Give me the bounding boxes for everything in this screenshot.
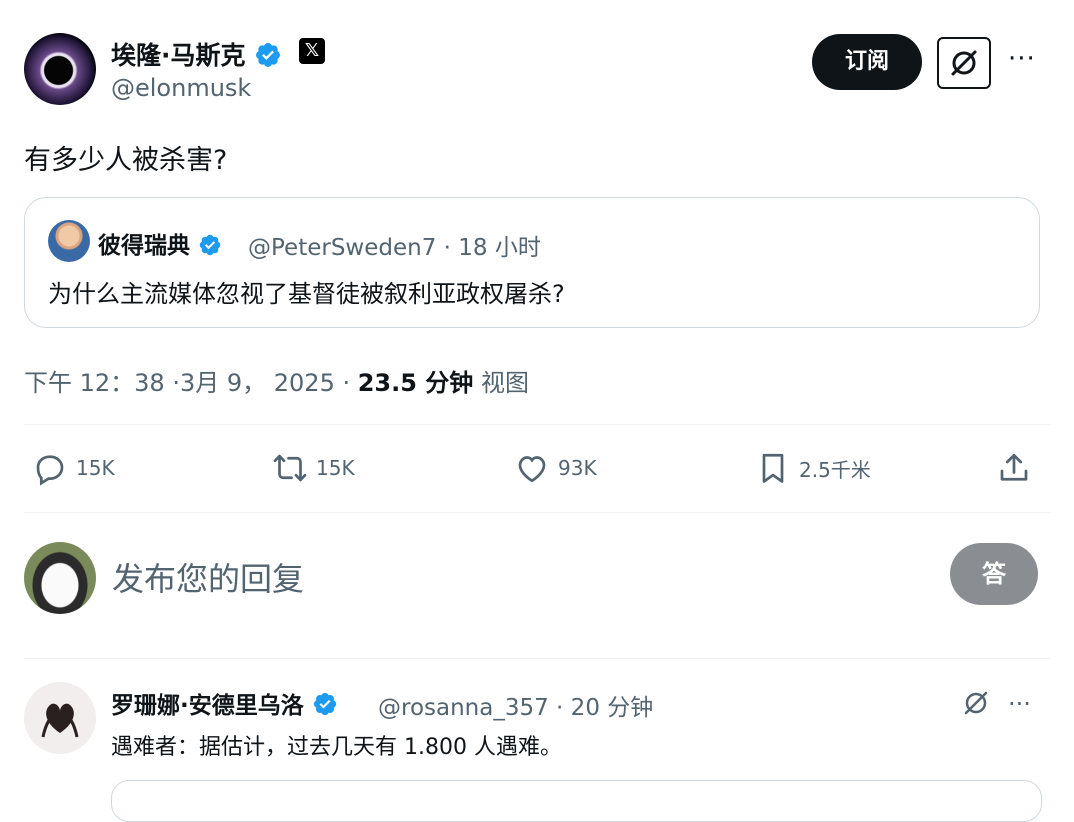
retweet-count: 15K bbox=[316, 456, 355, 480]
divider bbox=[24, 512, 1050, 513]
divider bbox=[24, 658, 1050, 659]
timestamp-datetime[interactable]: 下午 12：38 ·3月 9， 2025 · bbox=[24, 369, 358, 397]
verified-badge-icon bbox=[313, 692, 336, 716]
quote-author-name[interactable]: 彼得瑞典 bbox=[98, 226, 222, 260]
verified-badge-icon bbox=[199, 234, 221, 256]
current-user-avatar[interactable] bbox=[24, 542, 96, 614]
subscribe-button[interactable]: 订阅 bbox=[812, 34, 922, 90]
retweet-icon bbox=[273, 454, 307, 482]
reply-icon bbox=[36, 455, 64, 486]
views-label: 视图 bbox=[480, 369, 529, 397]
comment-media-card[interactable] bbox=[111, 780, 1042, 822]
heart-icon bbox=[518, 456, 546, 483]
tweet-timestamp: 下午 12：38 ·3月 9， 2025 · 23.5 分钟 视图 bbox=[24, 363, 529, 398]
author-avatar[interactable] bbox=[24, 33, 96, 105]
quote-author-avatar[interactable] bbox=[48, 220, 90, 262]
comment-author-meta: @rosanna_357 · 20 分钟 bbox=[378, 695, 654, 721]
x-logo-icon: 𝕏 bbox=[299, 38, 325, 64]
bookmark-icon bbox=[762, 453, 784, 483]
views-count: 23.5 分钟 bbox=[357, 369, 474, 397]
reply-count: 15K bbox=[76, 456, 115, 480]
grok-icon[interactable] bbox=[960, 687, 992, 719]
like-count: 93K bbox=[558, 456, 597, 480]
comment-author-avatar[interactable] bbox=[24, 682, 96, 754]
author-name[interactable]: 埃隆·马斯克 bbox=[111, 36, 282, 72]
divider bbox=[24, 424, 1050, 425]
verified-badge-icon bbox=[256, 43, 281, 67]
hands-heart-icon bbox=[41, 703, 79, 738]
retweet-action[interactable]: 15K bbox=[272, 448, 355, 488]
author-handle[interactable]: @elonmusk bbox=[111, 74, 251, 102]
quote-author-meta: @PeterSweden7 · 18 小时 bbox=[248, 235, 541, 261]
tweet-text: 有多少人被杀害? bbox=[24, 145, 228, 176]
reply-button[interactable]: 答 bbox=[950, 543, 1038, 605]
grok-icon bbox=[951, 50, 977, 76]
bookmark-action[interactable]: 2.5千米 bbox=[755, 448, 871, 488]
reply-action[interactable]: 15K bbox=[32, 448, 115, 488]
comment-author-name[interactable]: 罗珊娜·安德里乌洛 bbox=[111, 686, 338, 720]
share-icon bbox=[1000, 453, 1028, 481]
quote-text: 为什么主流媒体忽视了基督徒被叙利亚政权屠杀? bbox=[48, 280, 565, 308]
share-action[interactable] bbox=[996, 448, 1040, 488]
author-name-text: 埃隆·马斯克 bbox=[111, 41, 246, 70]
bookmark-count: 2.5千米 bbox=[799, 457, 871, 482]
comment-author-name-text: 罗珊娜·安德里乌洛 bbox=[111, 693, 304, 719]
grok-button[interactable] bbox=[937, 37, 991, 89]
reply-input[interactable]: 发布您的回复 bbox=[112, 554, 304, 600]
comment-more-icon[interactable]: ··· bbox=[1008, 690, 1031, 718]
more-options-icon[interactable]: ··· bbox=[1008, 44, 1036, 74]
like-action[interactable]: 93K bbox=[514, 448, 597, 488]
quote-author-name-text: 彼得瑞典 bbox=[98, 233, 190, 259]
comment-text: 遇难者：据估计，过去几天有 1.800 人遇难。 bbox=[111, 735, 562, 760]
